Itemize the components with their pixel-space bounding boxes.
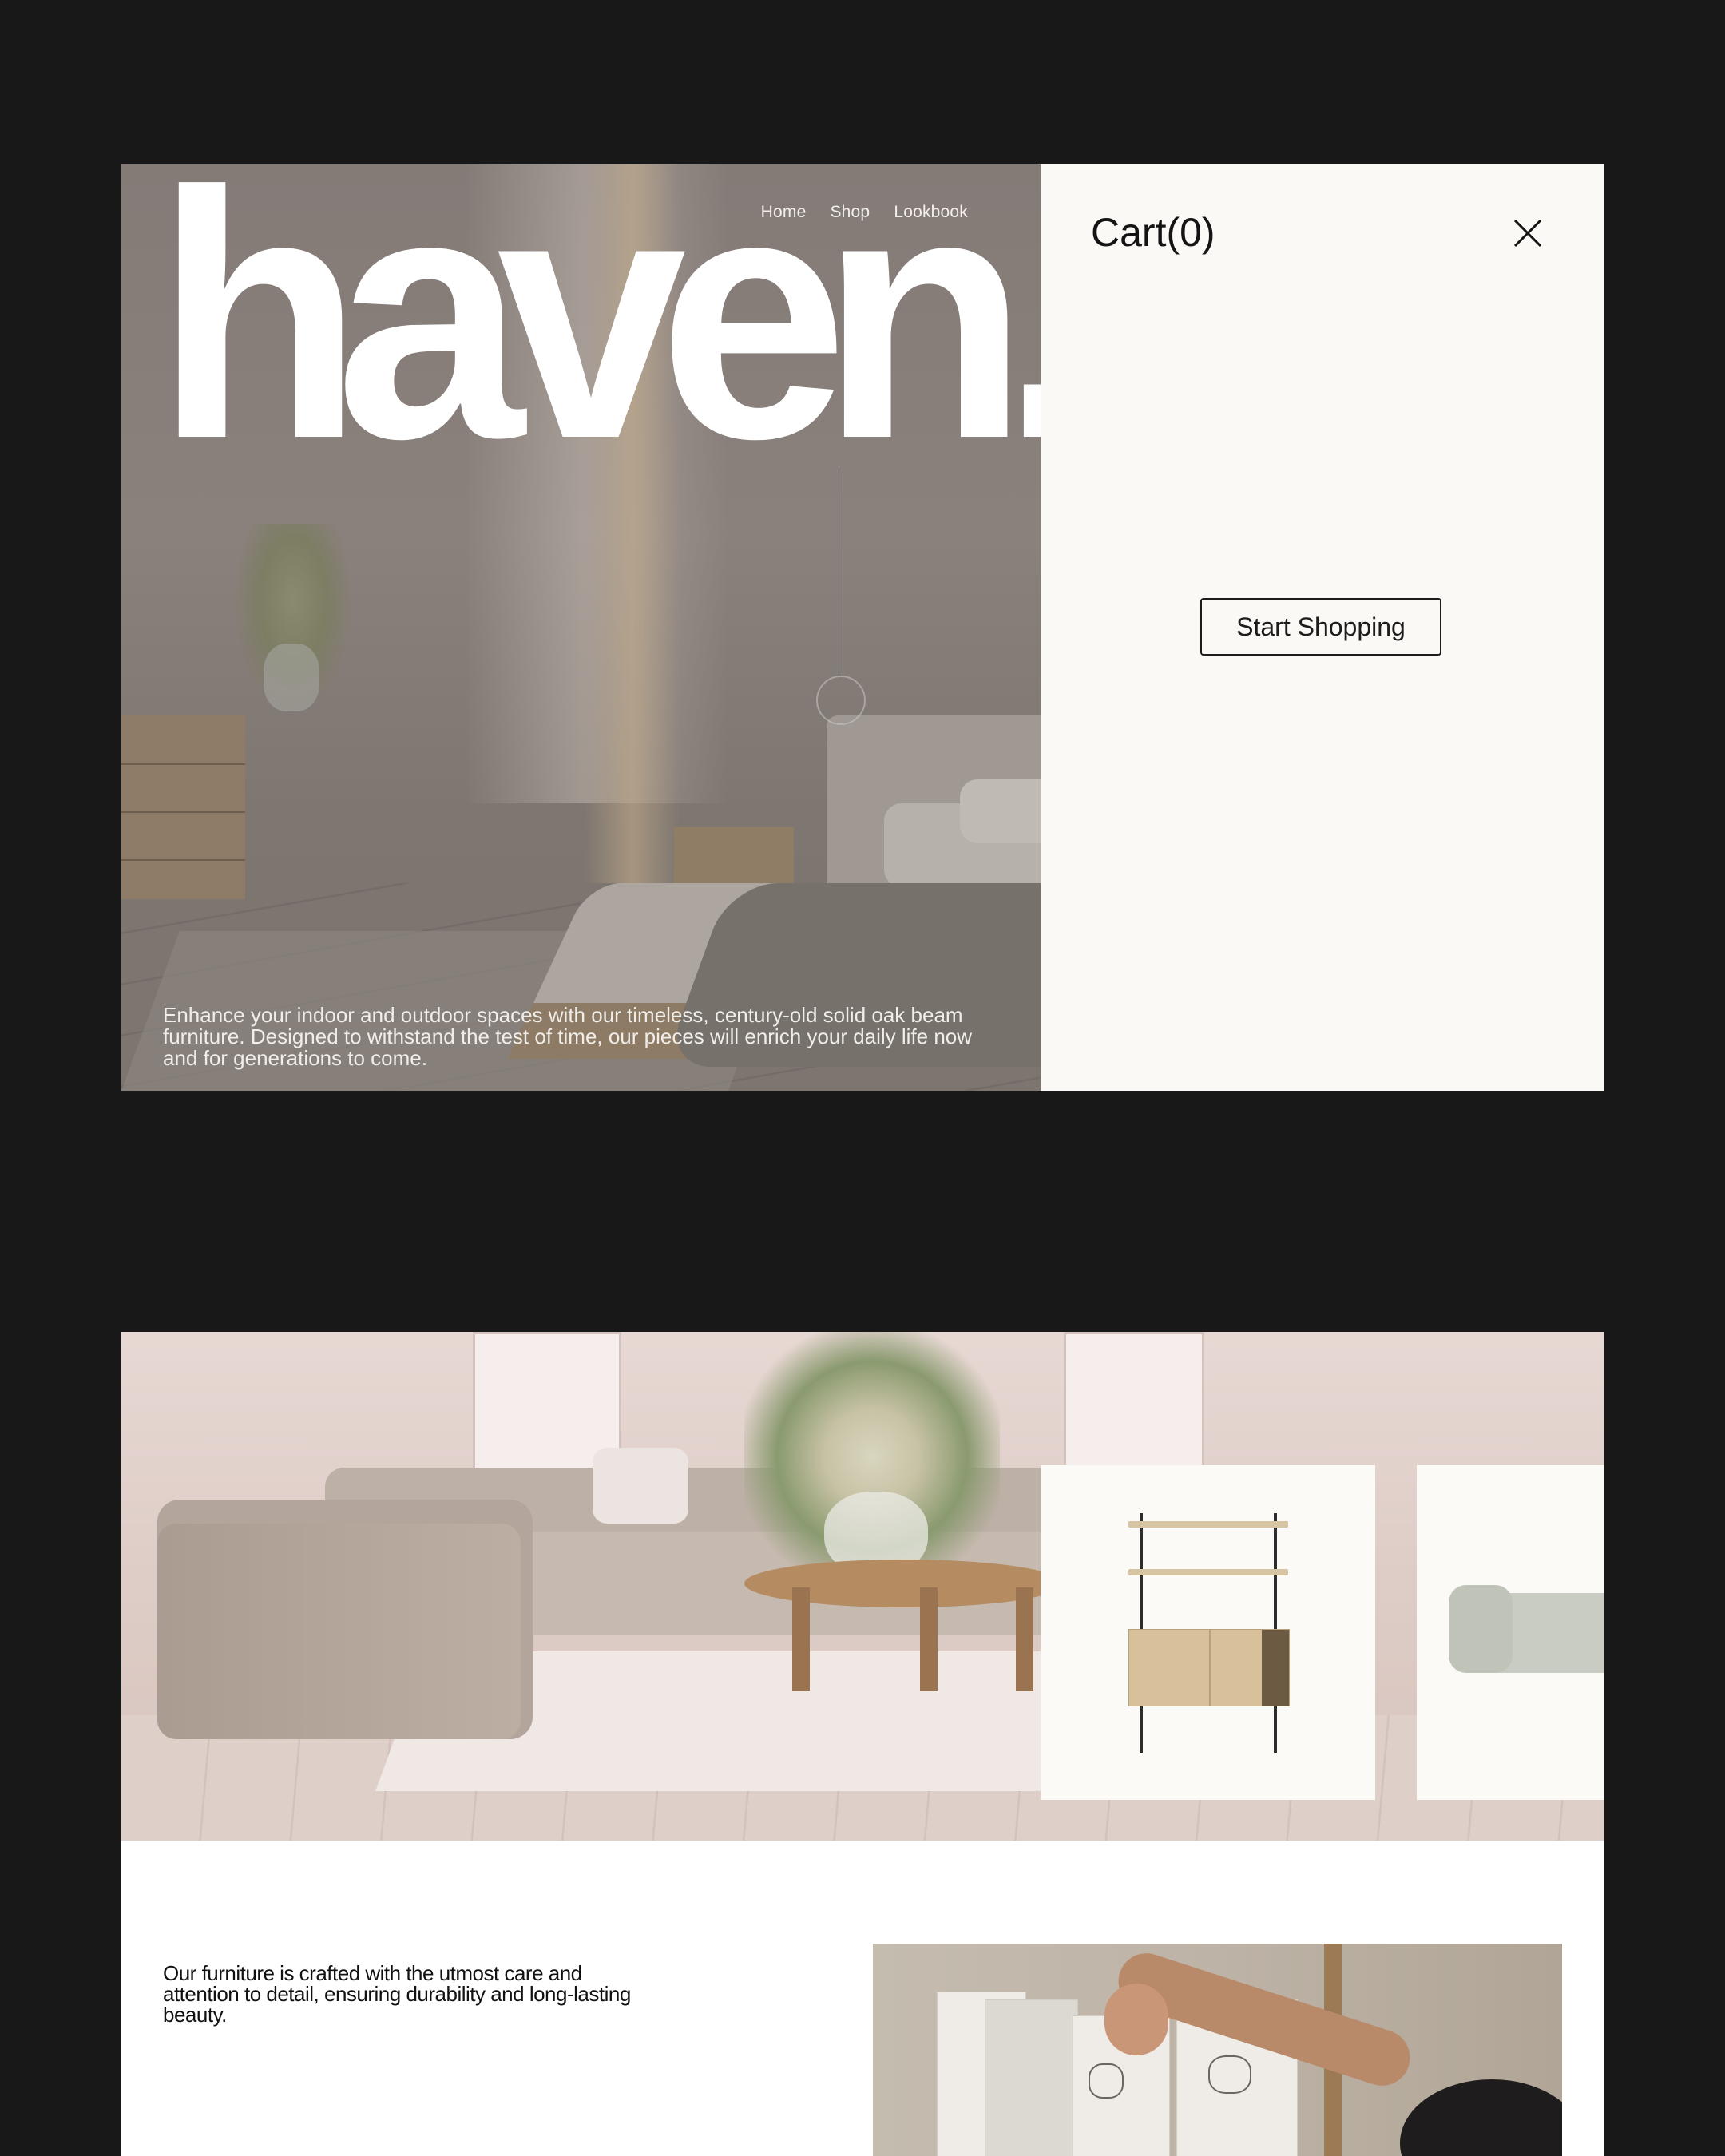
collection-frame: Our furniture is crafted with the utmost… <box>121 1332 1604 2156</box>
brand-logo[interactable]: haven. <box>155 164 1041 492</box>
hero-section: Home Shop Lookbook haven. Enhance your i… <box>121 164 1041 1091</box>
living-room-photo <box>121 1332 1604 1841</box>
hero-description: Enhance your indoor and outdoor spaces w… <box>163 1003 973 1070</box>
shelf-product-image <box>1128 1513 1290 1761</box>
hero-frame: Home Shop Lookbook haven. Enhance your i… <box>121 164 1604 1091</box>
start-shopping-button[interactable]: Start Shopping <box>1200 598 1441 656</box>
craft-description: Our furniture is crafted with the utmost… <box>163 1961 631 2027</box>
close-icon[interactable] <box>1510 216 1545 251</box>
cart-panel: Cart(0) Start Shopping <box>1041 164 1604 1091</box>
cart-title: Cart(0) <box>1091 210 1215 255</box>
product-card-armchair[interactable] <box>1417 1465 1604 1800</box>
product-card-shelf[interactable] <box>1041 1465 1375 1800</box>
designer-sketch-photo <box>873 1944 1562 2156</box>
